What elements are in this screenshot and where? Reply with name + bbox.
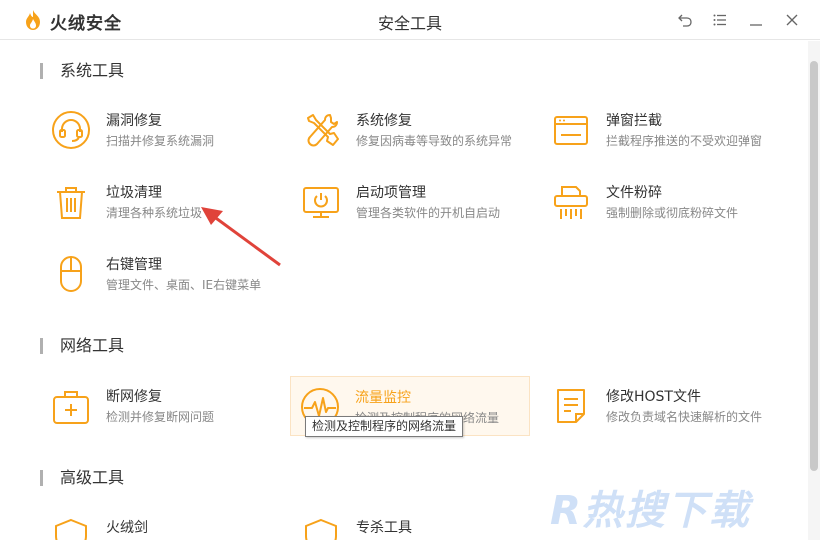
- section-title-network: 网络工具: [40, 336, 124, 356]
- back-icon: [678, 14, 692, 27]
- tool-network-fix[interactable]: 断网修复 检测并修复断网问题: [42, 376, 282, 436]
- tool-desc: 拦截程序推送的不受欢迎弹窗: [606, 134, 763, 148]
- tool-name: 系统修复: [356, 113, 412, 129]
- tool-file-shredder[interactable]: 文件粉碎 强制删除或彻底粉碎文件: [542, 172, 782, 232]
- tool-desc: 修改负责域名快速解析的文件: [606, 410, 763, 424]
- headset-icon: [50, 109, 92, 151]
- tool-startup-manager[interactable]: 启动项管理 管理各类软件的开机自启动: [292, 172, 532, 232]
- tooltip: 检测及控制程序的网络流量: [305, 416, 464, 437]
- medkit-icon: [50, 385, 92, 427]
- scrollbar[interactable]: [808, 41, 820, 540]
- tool-desc: 清理各种系统垃圾: [106, 206, 203, 220]
- menu-icon: [713, 14, 726, 26]
- tool-name: 修改HOST文件: [606, 389, 701, 405]
- window-icon: [550, 109, 592, 151]
- monitor-icon: [300, 181, 342, 223]
- tool-name: 弹窗拦截: [606, 113, 662, 129]
- watermark: R热搜下载: [550, 488, 751, 534]
- tool-desc: 管理文件、桌面、IE右键菜单: [106, 278, 262, 292]
- back-button[interactable]: [673, 8, 697, 32]
- section-title-system: 系统工具: [40, 61, 124, 81]
- close-button[interactable]: [780, 8, 804, 32]
- tool-name: 文件粉碎: [606, 185, 662, 201]
- scrollbar-thumb[interactable]: [810, 61, 818, 471]
- minimize-button[interactable]: [744, 8, 768, 32]
- tools-panel: 系统工具 漏洞修复 扫描并修复系统漏洞 系统修复 修复因病毒等导致的系统异常 弹…: [0, 41, 808, 540]
- tool-desc: 扫描并修复系统漏洞: [106, 134, 215, 148]
- tool-name: 右键管理: [106, 257, 162, 273]
- tool-system-fix[interactable]: 系统修复 修复因病毒等导致的系统异常: [292, 100, 532, 160]
- menu-button[interactable]: [708, 8, 732, 32]
- tool-name: 垃圾清理: [106, 185, 162, 201]
- tool-name: 断网修复: [106, 389, 162, 405]
- trash-icon: [50, 181, 92, 223]
- tool-name: 启动项管理: [356, 185, 426, 201]
- minimize-icon: [750, 24, 762, 26]
- tool-vuln-fix[interactable]: 漏洞修复 扫描并修复系统漏洞: [42, 100, 282, 160]
- shield-icon: [300, 516, 342, 540]
- tool-name: 漏洞修复: [106, 113, 162, 129]
- tool-desc: 修复因病毒等导致的系统异常: [356, 134, 513, 148]
- tool-name: 专杀工具: [356, 520, 412, 536]
- section-title-advanced: 高级工具: [40, 468, 124, 488]
- shield-icon: [50, 516, 92, 540]
- tool-name: 火绒剑: [106, 520, 148, 536]
- wrench-icon: [300, 109, 342, 151]
- tool-desc: 管理各类软件的开机自启动: [356, 206, 501, 220]
- document-icon: [550, 385, 592, 427]
- title-bar: 火绒安全 安全工具: [0, 0, 820, 40]
- close-icon: [786, 14, 798, 26]
- mouse-icon: [50, 253, 92, 295]
- annotation-arrow-icon: [201, 207, 281, 267]
- tool-host-edit[interactable]: 修改HOST文件 修改负责域名快速解析的文件: [542, 376, 782, 436]
- tool-desc: 检测并修复断网问题: [106, 410, 215, 424]
- window-title: 安全工具: [377, 14, 442, 33]
- shredder-icon: [550, 181, 592, 223]
- tool-desc: 强制删除或彻底粉碎文件: [606, 206, 739, 220]
- tool-special-kill[interactable]: 专杀工具: [292, 507, 532, 540]
- tool-popup-block[interactable]: 弹窗拦截 拦截程序推送的不受欢迎弹窗: [542, 100, 782, 160]
- tool-huorong-sword[interactable]: 火绒剑: [42, 507, 282, 540]
- tool-name: 流量监控: [355, 390, 411, 406]
